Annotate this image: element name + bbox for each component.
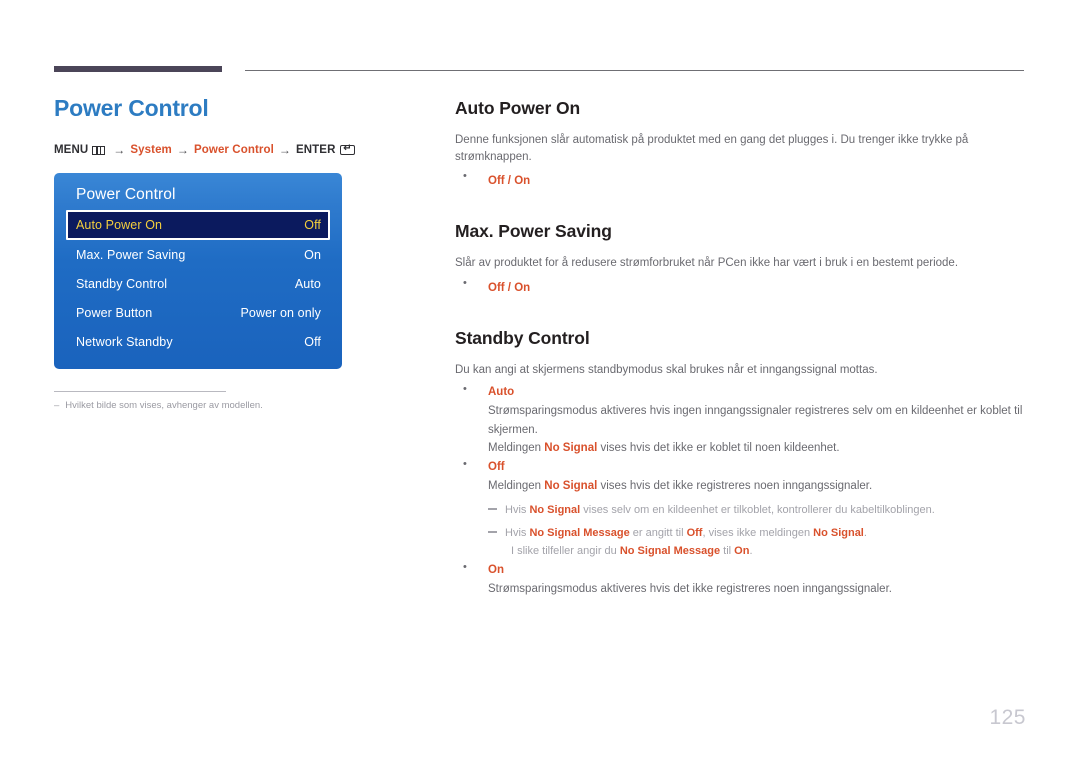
osd-row-value: On (304, 247, 321, 262)
list-item-off: Off Meldingen No Signal vises hvis det i… (455, 458, 1027, 560)
osd-row-value: Power on only (240, 305, 321, 320)
osd-row-power-button[interactable]: Power Button Power on only (66, 298, 330, 327)
osd-title: Power Control (76, 186, 176, 204)
text-fragment: . (863, 526, 867, 539)
term-no-signal-message: No Signal Message (529, 526, 630, 539)
osd-row-value: Off (304, 334, 321, 349)
note-cable-check: Hvis No Signal vises selv om en kildeenh… (488, 501, 1027, 519)
text-fragment: Hvis (505, 526, 530, 539)
list-item-on: On Strømsparingsmodus aktiveres hvis det… (455, 561, 1027, 598)
option-desc-auto-line2: Meldingen No Signal vises hvis det ikke … (488, 439, 1027, 457)
footnote-text: Hvilket bilde som vises, avhenger av mod… (65, 400, 263, 412)
breadcrumb-arrow-2: → (176, 143, 189, 158)
enter-key-glyph: ↵ (343, 143, 352, 155)
osd-row-value: Auto (294, 276, 321, 291)
footnote: – Hvilket bilde som vises, avhenger av m… (54, 400, 263, 412)
footnote-block: – Hvilket bilde som vises, avhenger av m… (54, 391, 263, 412)
term-no-signal: No Signal (813, 526, 864, 539)
osd-row-list: Auto Power On Off Max. Power Saving On S… (66, 210, 330, 356)
text-fragment: til (720, 544, 735, 557)
text-fragment: , vises ikke meldingen (702, 526, 814, 539)
option-list-standby-control: Auto Strømsparingsmodus aktiveres hvis i… (455, 383, 1027, 598)
breadcrumb: MENU → System → Power Control → ENTER ↵ (54, 143, 414, 157)
footnote-dash: – (54, 400, 60, 412)
osd-row-max-power-saving[interactable]: Max. Power Saving On (66, 240, 330, 269)
text-fragment: Meldingen (488, 480, 545, 493)
footnote-divider (54, 391, 226, 393)
term-no-signal: No Signal (544, 441, 598, 454)
option-value-on: On (514, 175, 531, 188)
breadcrumb-arrow-1: → (113, 143, 126, 158)
osd-row-network-standby[interactable]: Network Standby Off (66, 327, 330, 356)
note-no-signal-message: Hvis No Signal Message er angitt til Off… (488, 524, 1027, 560)
menu-grid-icon (92, 145, 106, 155)
page-number: 125 (989, 706, 1026, 729)
option-list-max-power-saving: Off / On (455, 277, 1027, 298)
text-fragment: . (749, 544, 753, 557)
osd-row-standby-control[interactable]: Standby Control Auto (66, 269, 330, 298)
option-list-auto-power-on: Off / On (455, 170, 1027, 191)
section-paragraph-auto-power-on: Denne funksjonen slår automatisk på prod… (455, 134, 969, 163)
text-fragment: er angitt til (629, 526, 687, 539)
option-value-off: Off (488, 175, 505, 188)
text-fragment: vises hvis det ikke er koblet til noen k… (597, 441, 840, 454)
breadcrumb-menu-label: MENU (54, 144, 89, 157)
section-heading-auto-power-on: Auto Power On (455, 98, 581, 118)
term-no-signal-message: No Signal Message (619, 544, 721, 557)
section-paragraph-max-power-saving: Slår av produktet for å redusere strømfo… (455, 257, 959, 270)
text-fragment: Hvis (505, 503, 530, 516)
section-paragraph-standby-control: Du kan angi at skjermens standbymodus sk… (455, 363, 878, 376)
section-heading-standby-control: Standby Control (455, 327, 590, 348)
option-separator: / (504, 175, 515, 188)
breadcrumb-arrow-3: → (278, 143, 291, 158)
osd-panel: Power Control Auto Power On Off Max. Pow… (54, 173, 342, 370)
term-off: Off (686, 526, 703, 539)
text-fragment: vises hvis det ikke registreres noen inn… (597, 480, 873, 493)
term-no-signal: No Signal (544, 480, 598, 493)
osd-row-value: Off (304, 218, 321, 233)
osd-row-label: Standby Control (76, 276, 168, 291)
option-desc-auto-line1: Strømsparingsmodus aktiveres hvis ingen … (488, 405, 1023, 436)
text-fragment: vises selv om en kildeenhet er tilkoblet… (580, 503, 935, 516)
list-item-auto: Auto Strømsparingsmodus aktiveres hvis i… (455, 383, 1027, 457)
header-accent-rule (54, 66, 222, 72)
option-value-on: On (514, 281, 531, 294)
option-separator: / (504, 281, 515, 294)
enter-key-icon: ↵ (340, 143, 356, 156)
text-fragment: I slike tilfeller angir du (511, 544, 620, 557)
breadcrumb-item-system[interactable]: System (130, 144, 172, 156)
term-no-signal: No Signal (529, 503, 581, 516)
osd-row-label: Auto Power On (76, 218, 163, 233)
option-desc-off-line1: Meldingen No Signal vises hvis det ikke … (488, 477, 1027, 495)
header-thin-rule (245, 70, 1024, 71)
text-fragment: Meldingen (488, 441, 545, 454)
section-heading-max-power-saving: Max. Power Saving (455, 221, 612, 242)
osd-row-label: Network Standby (76, 334, 173, 349)
right-column: Auto Power On Denne funksjonen slår auto… (455, 98, 1027, 600)
breadcrumb-item-power-control[interactable]: Power Control (194, 144, 274, 156)
option-value-off: Off (488, 281, 505, 294)
list-item: Off / On (455, 277, 1027, 298)
option-desc-on-line1: Strømsparingsmodus aktiveres hvis det ik… (488, 582, 892, 595)
list-item: Off / On (455, 170, 1027, 191)
osd-row-auto-power-on[interactable]: Auto Power On Off (66, 210, 330, 241)
option-label-on: On (488, 563, 504, 576)
option-label-auto: Auto (488, 386, 515, 399)
breadcrumb-enter-label: ENTER (296, 144, 336, 157)
osd-row-label: Max. Power Saving (76, 247, 186, 262)
note-second-line: I slike tilfeller angir du No Signal Mes… (505, 542, 1027, 560)
left-column: Power Control MENU → System → Power Cont… (54, 95, 414, 412)
page-title: Power Control (54, 95, 209, 121)
term-on: On (734, 544, 750, 557)
option-label-off: Off (488, 461, 505, 474)
osd-row-label: Power Button (76, 305, 153, 320)
